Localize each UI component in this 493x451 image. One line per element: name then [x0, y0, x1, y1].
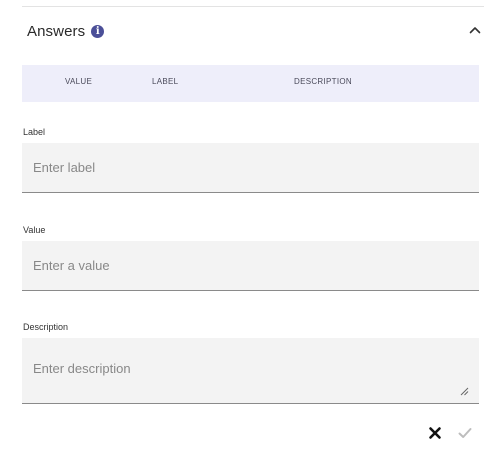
column-header-label: LABEL: [152, 77, 179, 86]
label-input[interactable]: [22, 143, 479, 193]
section-title: Answers: [27, 22, 86, 40]
answers-table-header: VALUE LABEL DESCRIPTION: [22, 65, 479, 102]
resize-handle-icon[interactable]: [460, 387, 469, 396]
description-field-label: Description: [23, 322, 69, 332]
column-header-description: DESCRIPTION: [294, 77, 352, 86]
chevron-up-icon[interactable]: [467, 22, 483, 38]
close-icon[interactable]: [427, 425, 443, 441]
check-icon[interactable]: [457, 425, 473, 441]
info-icon[interactable]: i: [91, 24, 105, 38]
label-field-label: Label: [23, 127, 46, 137]
column-header-value: VALUE: [65, 77, 93, 86]
value-field-label: Value: [23, 225, 46, 235]
description-textarea[interactable]: [22, 338, 479, 404]
top-divider: [22, 6, 484, 7]
answers-section-header[interactable]: Answers i: [27, 19, 485, 43]
value-input[interactable]: [22, 241, 479, 291]
